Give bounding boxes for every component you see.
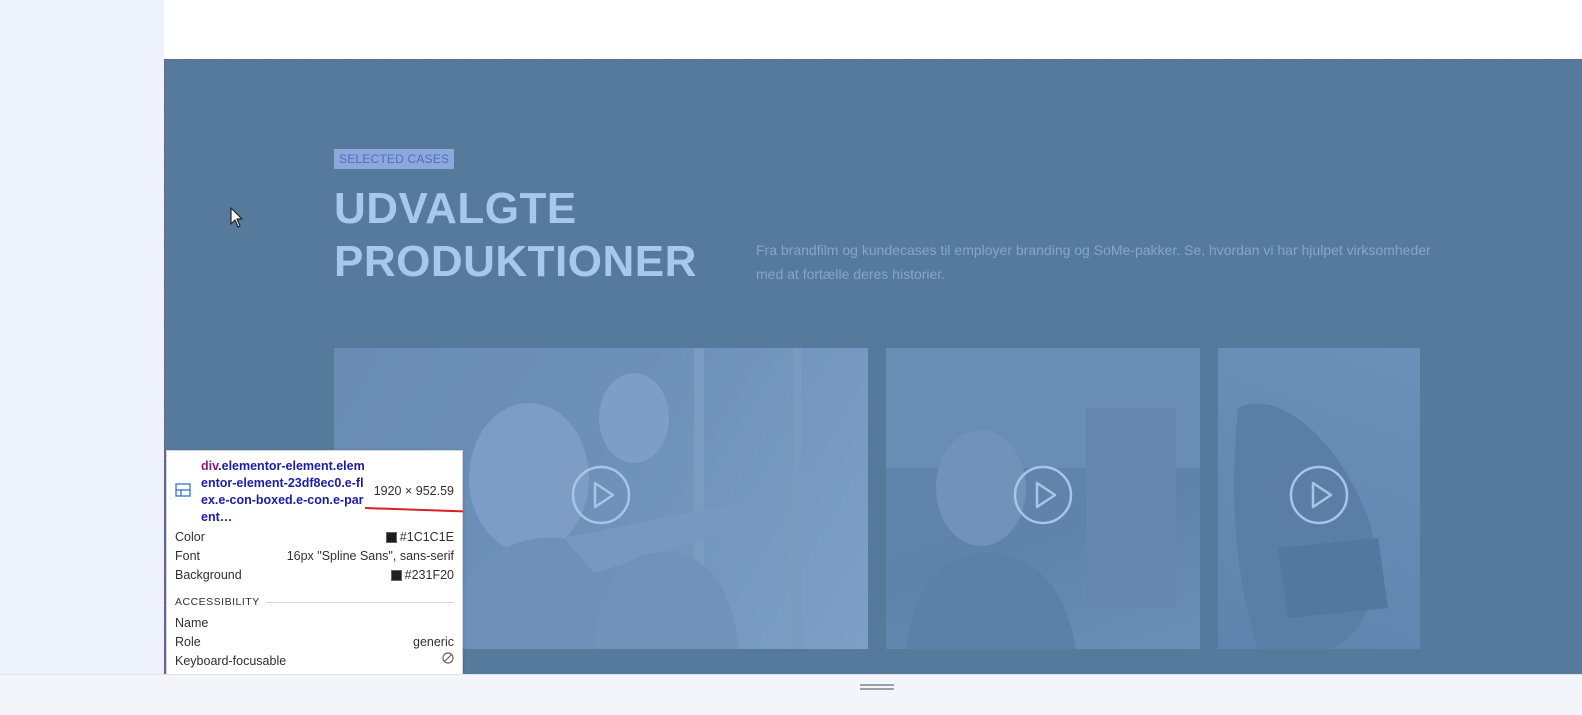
play-icon[interactable] [1289, 465, 1349, 525]
role-label: Role [175, 635, 201, 649]
color-row: Color #1C1C1E [175, 528, 454, 547]
section-headline: UDVALGTE PRODUKTIONER [334, 182, 697, 288]
flex-container-icon [175, 483, 191, 497]
intro-line-2: med at fortælle deres historier. [756, 266, 946, 282]
font-value: 16px "Spline Sans", sans-serif [286, 549, 454, 563]
role-row: Role generic [175, 633, 454, 652]
selector-tag: div [201, 459, 219, 473]
accessibility-heading: ACCESSIBILITY [175, 595, 454, 609]
not-focusable-icon [442, 652, 454, 664]
case-card-3[interactable] [1218, 348, 1420, 649]
headline-line-1: UDVALGTE [334, 184, 577, 233]
element-selector: div.elementor-element.elementor-element-… [201, 458, 367, 526]
section-eyebrow: SELECTED CASES [334, 149, 455, 169]
element-dimensions: 1920 × 952.59 [373, 484, 454, 498]
selector-classes: .elementor-element.elementor-element-23d… [201, 459, 365, 524]
font-row: Font 16px "Spline Sans", sans-serif [175, 547, 454, 566]
background-value: #231F20 [404, 568, 454, 582]
background-swatch [390, 570, 402, 581]
focusable-row: Keyboard-focusable [175, 652, 454, 671]
devtools-resize-bar [0, 674, 1582, 715]
play-icon[interactable] [1013, 465, 1073, 525]
background-row: Background #231F20 [175, 566, 454, 585]
color-label: Color [175, 530, 205, 544]
name-label: Name [175, 616, 209, 630]
color-value: #1C1C1E [399, 530, 454, 544]
annotation-underline [364, 507, 463, 513]
play-icon[interactable] [571, 465, 631, 525]
headline-line-2: PRODUKTIONER [334, 237, 697, 286]
role-value: generic [413, 635, 454, 649]
color-swatch [385, 532, 397, 543]
section-intro: Fra brandfilm og kundecases til employer… [756, 238, 1436, 286]
resize-handle[interactable] [860, 684, 894, 692]
element-inspector-tooltip: div.elementor-element.elementor-element-… [166, 450, 463, 676]
mouse-cursor-icon [230, 207, 243, 228]
focusable-label: Keyboard-focusable [175, 654, 287, 668]
page-header-area [164, 0, 1582, 59]
left-gutter [0, 0, 165, 714]
intro-line-1: Fra brandfilm og kundecases til employer… [756, 242, 1431, 258]
font-label: Font [175, 549, 201, 563]
background-label: Background [175, 568, 242, 582]
case-card-2[interactable] [886, 348, 1200, 649]
name-row: Name [175, 614, 454, 633]
